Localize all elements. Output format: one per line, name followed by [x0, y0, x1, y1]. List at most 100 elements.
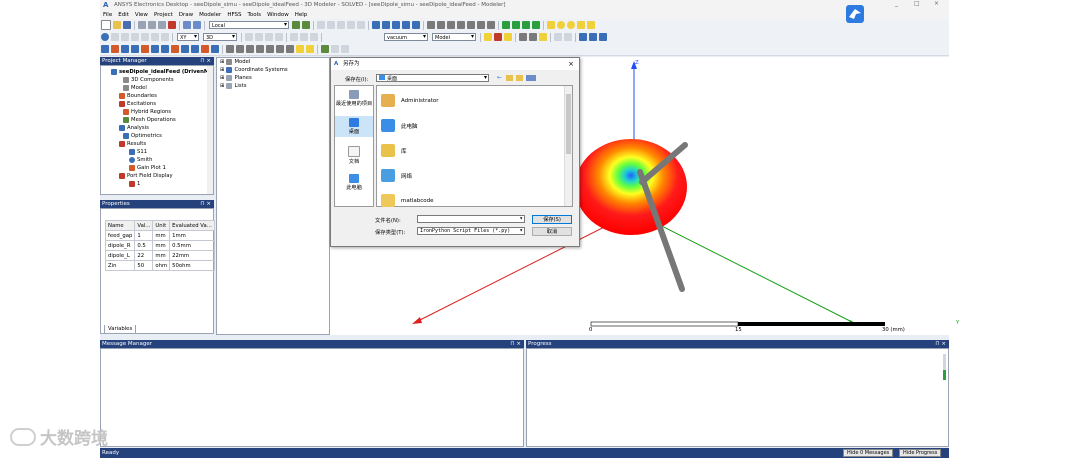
mesh-icon[interactable] — [310, 33, 318, 41]
expand-icon[interactable]: ⊞ — [220, 59, 224, 65]
torus-icon[interactable] — [457, 21, 465, 29]
material-combo[interactable]: vacuum — [384, 33, 428, 41]
tree-item-port-field-display[interactable]: Port Field Display — [119, 173, 173, 179]
yellow-box-icon[interactable] — [577, 21, 585, 29]
file-list-scrollbar[interactable] — [564, 86, 572, 206]
hide-progress-button[interactable]: Hide Progress — [899, 449, 942, 457]
layer-icon-3[interactable] — [246, 45, 254, 53]
icepak-icon[interactable] — [141, 45, 149, 53]
face-icon[interactable] — [504, 33, 512, 41]
filter-icon[interactable] — [201, 45, 209, 53]
paste-icon[interactable] — [158, 21, 166, 29]
place-desktop[interactable]: 桌面 — [335, 116, 373, 137]
tree-item-boundaries[interactable]: Boundaries — [119, 93, 157, 99]
simplorer-icon[interactable] — [181, 45, 189, 53]
up-folder-icon[interactable] — [506, 75, 513, 81]
subtract-icon[interactable] — [512, 21, 520, 29]
q3d-icon[interactable] — [111, 45, 119, 53]
sphere-icon[interactable] — [447, 21, 455, 29]
circuit-icon[interactable] — [131, 45, 139, 53]
shade-icon[interactable] — [382, 21, 390, 29]
menu-window[interactable]: Window — [264, 12, 292, 18]
eye-icon[interactable] — [191, 45, 199, 53]
model-combo[interactable]: Model — [432, 33, 476, 41]
fit-all-icon[interactable] — [347, 21, 355, 29]
layer-icon-5[interactable] — [266, 45, 274, 53]
field-overlay-icon[interactable] — [275, 33, 283, 41]
object-cs-icon[interactable] — [599, 33, 607, 41]
zoom-icon[interactable] — [337, 21, 345, 29]
table-row[interactable]: dipole_R 0.5 mm 0.5mm — [104, 240, 215, 251]
cancel-button[interactable]: 取消 — [532, 227, 572, 236]
save-button[interactable]: 保存(S) — [532, 215, 572, 224]
help-icon[interactable] — [101, 33, 109, 41]
validate-icon[interactable] — [255, 33, 263, 41]
menu-help[interactable]: Help — [292, 12, 311, 18]
table-row[interactable]: dipole_L 22 mm 22mm — [104, 250, 215, 261]
list-item[interactable]: 网络 — [381, 169, 412, 182]
rectangle-icon[interactable] — [487, 21, 495, 29]
minimize-button[interactable]: _ — [895, 0, 898, 7]
emit-icon[interactable] — [151, 45, 159, 53]
tree-item-model[interactable]: Model — [123, 85, 147, 91]
hide-messages-button[interactable]: Hide 0 Messages — [843, 449, 894, 457]
view-menu-icon[interactable] — [526, 75, 536, 81]
helix-icon[interactable] — [467, 21, 475, 29]
delete-icon[interactable] — [168, 21, 176, 29]
measure-icon[interactable] — [151, 33, 159, 41]
list-item[interactable]: 此电脑 — [381, 119, 418, 132]
expand-icon[interactable]: ⊞ — [220, 83, 224, 89]
tree-item-optimetrics[interactable]: Optimetrics — [123, 133, 162, 139]
save-icon[interactable] — [123, 21, 131, 29]
tree-item-hybrid-regions[interactable]: Hybrid Regions — [123, 109, 171, 115]
wireframe-icon[interactable] — [392, 21, 400, 29]
list-item[interactable]: matlabcode — [381, 194, 434, 207]
layer-icon-7[interactable] — [286, 45, 294, 53]
filetype-select[interactable]: IronPython Script Files (*.py) — [417, 227, 525, 235]
back-icon[interactable]: ← — [497, 74, 502, 81]
save-in-combo[interactable]: 桌面 — [376, 74, 489, 82]
select-edge-icon[interactable] — [131, 33, 139, 41]
rmxprt-icon[interactable] — [161, 45, 169, 53]
ruler-icon[interactable] — [161, 33, 169, 41]
dimension-combo[interactable]: 3D — [203, 33, 237, 41]
place-recent[interactable]: 最近使用的项目 — [335, 90, 373, 107]
tree-item-design[interactable]: seeDipole_idealFeed (DrivenMo — [111, 69, 213, 75]
layer-icon-8[interactable] — [296, 45, 304, 53]
tree-item-model-root[interactable]: ⊞ Model — [220, 59, 250, 65]
menu-edit[interactable]: Edit — [115, 12, 132, 18]
unite-icon[interactable] — [502, 21, 510, 29]
new-file-icon[interactable] — [101, 20, 111, 30]
open-folder-icon[interactable] — [113, 21, 121, 29]
expand-icon[interactable]: ⊞ — [220, 67, 224, 73]
tree-scrollbar[interactable] — [207, 66, 213, 194]
intersect-icon[interactable] — [522, 21, 530, 29]
results-icon[interactable] — [265, 33, 273, 41]
menu-project[interactable]: Project — [151, 12, 176, 18]
pan-icon[interactable] — [327, 21, 335, 29]
undo-icon[interactable] — [183, 21, 191, 29]
coordinate-system-combo[interactable]: Local — [209, 21, 289, 29]
script-icon[interactable] — [321, 45, 329, 53]
analyze-icon[interactable] — [245, 33, 253, 41]
copy-icon[interactable] — [148, 21, 156, 29]
cylinder-icon[interactable] — [437, 21, 445, 29]
menu-hfss[interactable]: HFSS — [224, 12, 244, 18]
fill-icon[interactable] — [539, 33, 547, 41]
snap-icon[interactable] — [302, 21, 310, 29]
excitation-icon[interactable] — [300, 33, 308, 41]
close-icon[interactable]: × — [568, 58, 574, 70]
list-item[interactable]: 库 — [381, 144, 407, 157]
new-folder-icon[interactable] — [516, 75, 523, 81]
render-icon[interactable] — [412, 21, 420, 29]
select-icon[interactable] — [111, 33, 119, 41]
relative-cs-icon[interactable] — [579, 33, 587, 41]
progress-scrollbar[interactable] — [943, 354, 946, 380]
tree-item-s11[interactable]: S11 — [129, 149, 147, 155]
maximize-button[interactable]: □ — [914, 0, 920, 7]
mirror-icon[interactable] — [529, 33, 537, 41]
place-documents[interactable]: 文档 — [335, 146, 373, 165]
layer-icon-1[interactable] — [226, 45, 234, 53]
layer-icon-2[interactable] — [236, 45, 244, 53]
menu-modeler[interactable]: Modeler — [196, 12, 224, 18]
